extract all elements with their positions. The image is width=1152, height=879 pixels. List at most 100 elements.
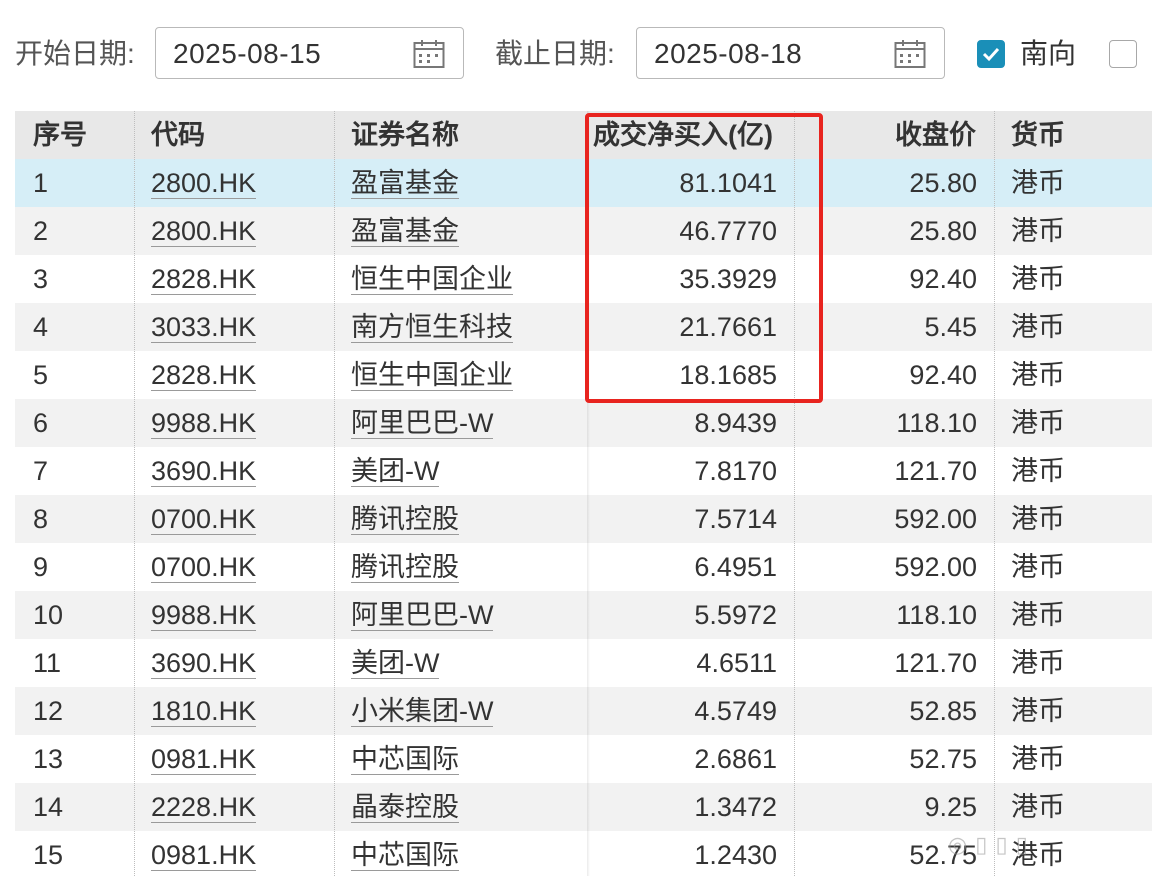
security-name-link-text[interactable]: 腾讯控股 <box>351 504 459 535</box>
column-divider <box>334 111 335 876</box>
table-row[interactable]: 7 3690.HK 美团-W 7.8170 121.70 港币 <box>15 447 1152 495</box>
security-code-link-text[interactable]: 3690.HK <box>151 648 257 679</box>
header-code[interactable]: 代码 <box>151 111 205 159</box>
row-index: 5 <box>33 360 49 390</box>
net-buy-value: 4.5749 <box>694 696 777 726</box>
table-row[interactable]: 13 0981.HK 中芯国际 2.6861 52.75 港币 <box>15 735 1152 783</box>
security-name-link-text[interactable]: 腾讯控股 <box>351 552 459 583</box>
security-code-link-text[interactable]: 0981.HK <box>151 744 257 775</box>
security-name-link-text[interactable]: 中芯国际 <box>351 840 459 871</box>
security-name-link[interactable]: 恒生中国企业 <box>351 351 513 399</box>
security-name-link[interactable]: 中芯国际 <box>351 831 459 879</box>
filter-bar: 开始日期: 2025-08-15 截止日期: 2025-08-18 南向 <box>0 0 1152 110</box>
security-name-link[interactable]: 盈富基金 <box>351 159 459 207</box>
security-name-link[interactable]: 阿里巴巴-W <box>351 591 494 639</box>
security-name-link[interactable]: 美团-W <box>351 447 440 495</box>
southbound-label[interactable]: 南向 <box>1020 36 1076 72</box>
row-index: 11 <box>33 648 62 678</box>
security-code-link-text[interactable]: 9988.HK <box>151 600 257 631</box>
security-name-link[interactable]: 腾讯控股 <box>351 495 459 543</box>
security-name-link-text[interactable]: 阿里巴巴-W <box>351 408 494 439</box>
header-index[interactable]: 序号 <box>33 111 87 159</box>
table-row[interactable]: 12 1810.HK 小米集团-W 4.5749 52.85 港币 <box>15 687 1152 735</box>
table-row[interactable]: 8 0700.HK 腾讯控股 7.5714 592.00 港币 <box>15 495 1152 543</box>
table-row[interactable]: 11 3690.HK 美团-W 4.6511 121.70 港币 <box>15 639 1152 687</box>
security-code-link[interactable]: 2800.HK <box>151 159 257 207</box>
security-name-link[interactable]: 小米集团-W <box>351 687 494 735</box>
security-name-link-text[interactable]: 阿里巴巴-W <box>351 600 494 631</box>
security-name-link[interactable]: 盈富基金 <box>351 207 459 255</box>
security-code-link[interactable]: 9988.HK <box>151 591 257 639</box>
table-row[interactable]: 9 0700.HK 腾讯控股 6.4951 592.00 港币 <box>15 543 1152 591</box>
security-name-link-text[interactable]: 南方恒生科技 <box>351 312 513 343</box>
security-name-link-text[interactable]: 盈富基金 <box>351 168 459 199</box>
security-code-link-text[interactable]: 3690.HK <box>151 456 257 487</box>
row-index: 2 <box>33 216 49 246</box>
currency: 港币 <box>1011 600 1065 630</box>
start-date-field[interactable]: 2025-08-15 <box>155 27 464 79</box>
security-code-link-text[interactable]: 2828.HK <box>151 360 257 391</box>
security-name-link[interactable]: 腾讯控股 <box>351 543 459 591</box>
calendar-icon[interactable] <box>894 39 926 69</box>
northbound-checkbox[interactable] <box>1109 40 1137 68</box>
security-name-link[interactable]: 晶泰控股 <box>351 783 459 831</box>
security-code-link[interactable]: 2828.HK <box>151 351 257 399</box>
security-code-link-text[interactable]: 2828.HK <box>151 264 257 295</box>
close-price: 25.80 <box>909 168 977 198</box>
security-code-link-text[interactable]: 0981.HK <box>151 840 257 871</box>
security-code-link-text[interactable]: 1810.HK <box>151 696 257 727</box>
security-code-link-text[interactable]: 3033.HK <box>151 312 257 343</box>
security-name-link[interactable]: 美团-W <box>351 639 440 687</box>
security-code-link-text[interactable]: 2228.HK <box>151 792 257 823</box>
end-date-value[interactable]: 2025-08-18 <box>654 36 802 72</box>
security-name-link-text[interactable]: 美团-W <box>351 648 440 679</box>
table-row[interactable]: 2 2800.HK 盈富基金 46.7770 25.80 港币 <box>15 207 1152 255</box>
security-code-link[interactable]: 0700.HK <box>151 543 257 591</box>
security-code-link[interactable]: 3690.HK <box>151 447 257 495</box>
security-code-link[interactable]: 2828.HK <box>151 255 257 303</box>
security-name-link-text[interactable]: 恒生中国企业 <box>351 264 513 295</box>
security-code-link-text[interactable]: 2800.HK <box>151 216 257 247</box>
column-divider <box>994 111 995 876</box>
table-row[interactable]: 3 2828.HK 恒生中国企业 35.3929 92.40 港币 <box>15 255 1152 303</box>
security-name-link-text[interactable]: 美团-W <box>351 456 440 487</box>
security-name-link[interactable]: 中芯国际 <box>351 735 459 783</box>
security-name-link[interactable]: 阿里巴巴-W <box>351 399 494 447</box>
security-name-link[interactable]: 恒生中国企业 <box>351 255 513 303</box>
security-code-link[interactable]: 0981.HK <box>151 831 257 879</box>
security-code-link-text[interactable]: 0700.HK <box>151 504 257 535</box>
security-code-link[interactable]: 3690.HK <box>151 639 257 687</box>
currency: 港币 <box>1011 264 1065 294</box>
table-row[interactable]: 14 2228.HK 晶泰控股 1.3472 9.25 港币 <box>15 783 1152 831</box>
security-code-link[interactable]: 3033.HK <box>151 303 257 351</box>
security-code-link-text[interactable]: 0700.HK <box>151 552 257 583</box>
security-code-link[interactable]: 0700.HK <box>151 495 257 543</box>
header-name[interactable]: 证券名称 <box>351 111 459 159</box>
security-name-link-text[interactable]: 恒生中国企业 <box>351 360 513 391</box>
security-name-link-text[interactable]: 晶泰控股 <box>351 792 459 823</box>
table-row[interactable]: 10 9988.HK 阿里巴巴-W 5.5972 118.10 港币 <box>15 591 1152 639</box>
security-code-link[interactable]: 2800.HK <box>151 207 257 255</box>
security-name-link-text[interactable]: 小米集团-W <box>351 696 494 727</box>
header-currency[interactable]: 货币 <box>1011 111 1065 159</box>
start-date-value[interactable]: 2025-08-15 <box>173 36 321 72</box>
security-code-link[interactable]: 1810.HK <box>151 687 257 735</box>
table-row[interactable]: 6 9988.HK 阿里巴巴-W 8.9439 118.10 港币 <box>15 399 1152 447</box>
security-code-link[interactable]: 0981.HK <box>151 735 257 783</box>
end-date-field[interactable]: 2025-08-18 <box>636 27 945 79</box>
row-index: 7 <box>33 456 49 486</box>
security-code-link-text[interactable]: 9988.HK <box>151 408 257 439</box>
table-row[interactable]: 5 2828.HK 恒生中国企业 18.1685 92.40 港币 <box>15 351 1152 399</box>
calendar-icon[interactable] <box>413 39 445 69</box>
security-name-link-text[interactable]: 中芯国际 <box>351 744 459 775</box>
security-code-link[interactable]: 9988.HK <box>151 399 257 447</box>
security-name-link-text[interactable]: 盈富基金 <box>351 216 459 247</box>
table-row[interactable]: 1 2800.HK 盈富基金 81.1041 25.80 港币 <box>15 159 1152 207</box>
security-name-link[interactable]: 南方恒生科技 <box>351 303 513 351</box>
security-code-link[interactable]: 2228.HK <box>151 783 257 831</box>
row-index: 9 <box>33 552 49 582</box>
southbound-checkbox[interactable] <box>977 40 1005 68</box>
security-code-link-text[interactable]: 2800.HK <box>151 168 257 199</box>
header-close[interactable]: 收盘价 <box>895 111 976 159</box>
table-row[interactable]: 4 3033.HK 南方恒生科技 21.7661 5.45 港币 <box>15 303 1152 351</box>
